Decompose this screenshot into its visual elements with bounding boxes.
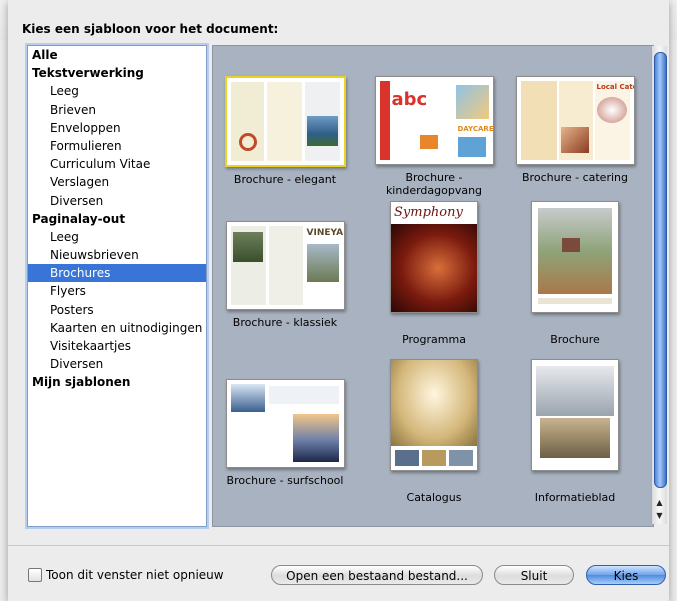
dont-show-again[interactable]: Toon dit venster niet opnieuw — [28, 568, 224, 582]
template-thumbnail[interactable] — [531, 359, 619, 471]
scroll-thumb[interactable] — [654, 52, 667, 488]
template-thumbnail[interactable]: Local Catering — [515, 76, 635, 165]
template-tile[interactable]: Informatieblad — [510, 359, 640, 504]
category-item[interactable]: Enveloppen — [28, 119, 206, 137]
category-item[interactable]: Kaarten en uitnodigingen — [28, 319, 206, 337]
template-gallery: Brochure - elegant abc DAYCARE Brochure … — [212, 45, 654, 527]
category-item[interactable]: Flyers — [28, 282, 206, 300]
template-label: Brochure - elegant — [233, 173, 337, 186]
category-item[interactable]: Tekstverwerking — [28, 64, 206, 82]
category-item[interactable]: Paginalay-out — [28, 210, 206, 228]
template-label: Brochure - klassiek — [232, 316, 338, 329]
dont-show-checkbox[interactable] — [28, 568, 42, 582]
thumb-kids-sign: DAYCARE — [457, 125, 494, 133]
template-tile[interactable]: Catalogus — [369, 359, 499, 504]
template-thumbnail[interactable]: Symphony — [390, 201, 478, 313]
template-tile[interactable]: Symphony Programma — [369, 201, 499, 346]
template-tile[interactable]: abc DAYCARE Brochure - kinderdagopvang — [369, 76, 499, 197]
category-item[interactable]: Curriculum Vitae — [28, 155, 206, 173]
category-item[interactable]: Alle — [28, 46, 206, 64]
template-tile[interactable]: VINEYARD Brochure - klassiek — [220, 221, 350, 329]
thumb-program-title: Symphony — [394, 205, 463, 220]
category-item[interactable]: Visitekaartjes — [28, 337, 206, 355]
template-label: Brochure - kinderdagopvang — [385, 171, 483, 197]
choose-button[interactable]: Kies — [586, 565, 666, 585]
category-item[interactable]: Nieuwsbrieven — [28, 246, 206, 264]
template-label: Brochure - catering — [522, 171, 628, 184]
template-tile[interactable]: Brochure - surfschool — [220, 379, 350, 487]
template-thumbnail[interactable] — [531, 201, 619, 313]
template-tile[interactable]: Brochure — [510, 201, 640, 346]
template-tile[interactable]: Local Catering Brochure - catering — [510, 76, 640, 184]
close-button[interactable]: Sluit — [494, 565, 574, 585]
template-label: Informatieblad — [534, 491, 616, 504]
template-thumbnail[interactable] — [225, 379, 345, 468]
dont-show-label: Toon dit venster niet opnieuw — [46, 568, 224, 582]
footer-divider — [8, 545, 669, 546]
thumb-classic-title: VINEYARD — [306, 228, 344, 238]
gallery-scrollbar[interactable]: ▲ ▼ — [651, 46, 667, 524]
template-label: Catalogus — [406, 491, 462, 504]
category-item[interactable]: Mijn sjablonen — [28, 373, 206, 391]
thumb-kids-letters: abc — [391, 89, 428, 110]
template-thumbnail[interactable]: VINEYARD — [225, 221, 345, 310]
category-item[interactable]: Leeg — [28, 228, 206, 246]
template-thumbnail[interactable] — [224, 76, 346, 167]
category-item[interactable]: Diversen — [28, 355, 206, 373]
thumb-catering-title: Local Catering — [596, 83, 634, 91]
category-item[interactable]: Brieven — [28, 101, 206, 119]
category-list[interactable]: Alle Tekstverwerking Leeg Brieven Enveloppen… — [27, 45, 207, 527]
template-label: Programma — [402, 333, 466, 346]
template-label: Brochure — [550, 333, 600, 346]
template-thumbnail[interactable] — [390, 359, 478, 471]
category-item[interactable]: Brochures — [28, 264, 206, 283]
category-item[interactable]: Formulieren — [28, 137, 206, 155]
scroll-up-arrow[interactable]: ▲ — [652, 496, 667, 509]
category-item[interactable]: Diversen — [28, 192, 206, 210]
scroll-down-arrow[interactable]: ▼ — [652, 509, 667, 522]
template-tile[interactable]: Brochure - elegant — [220, 76, 350, 186]
category-item[interactable]: Verslagen — [28, 173, 206, 191]
dialog-header: Kies een sjabloon voor het document: — [22, 22, 279, 36]
category-item[interactable]: Leeg — [28, 82, 206, 100]
open-existing-button[interactable]: Open een bestaand bestand... — [271, 565, 483, 585]
template-label: Brochure - surfschool — [226, 474, 344, 487]
category-item[interactable]: Posters — [28, 301, 206, 319]
template-thumbnail[interactable]: abc DAYCARE — [374, 76, 494, 165]
